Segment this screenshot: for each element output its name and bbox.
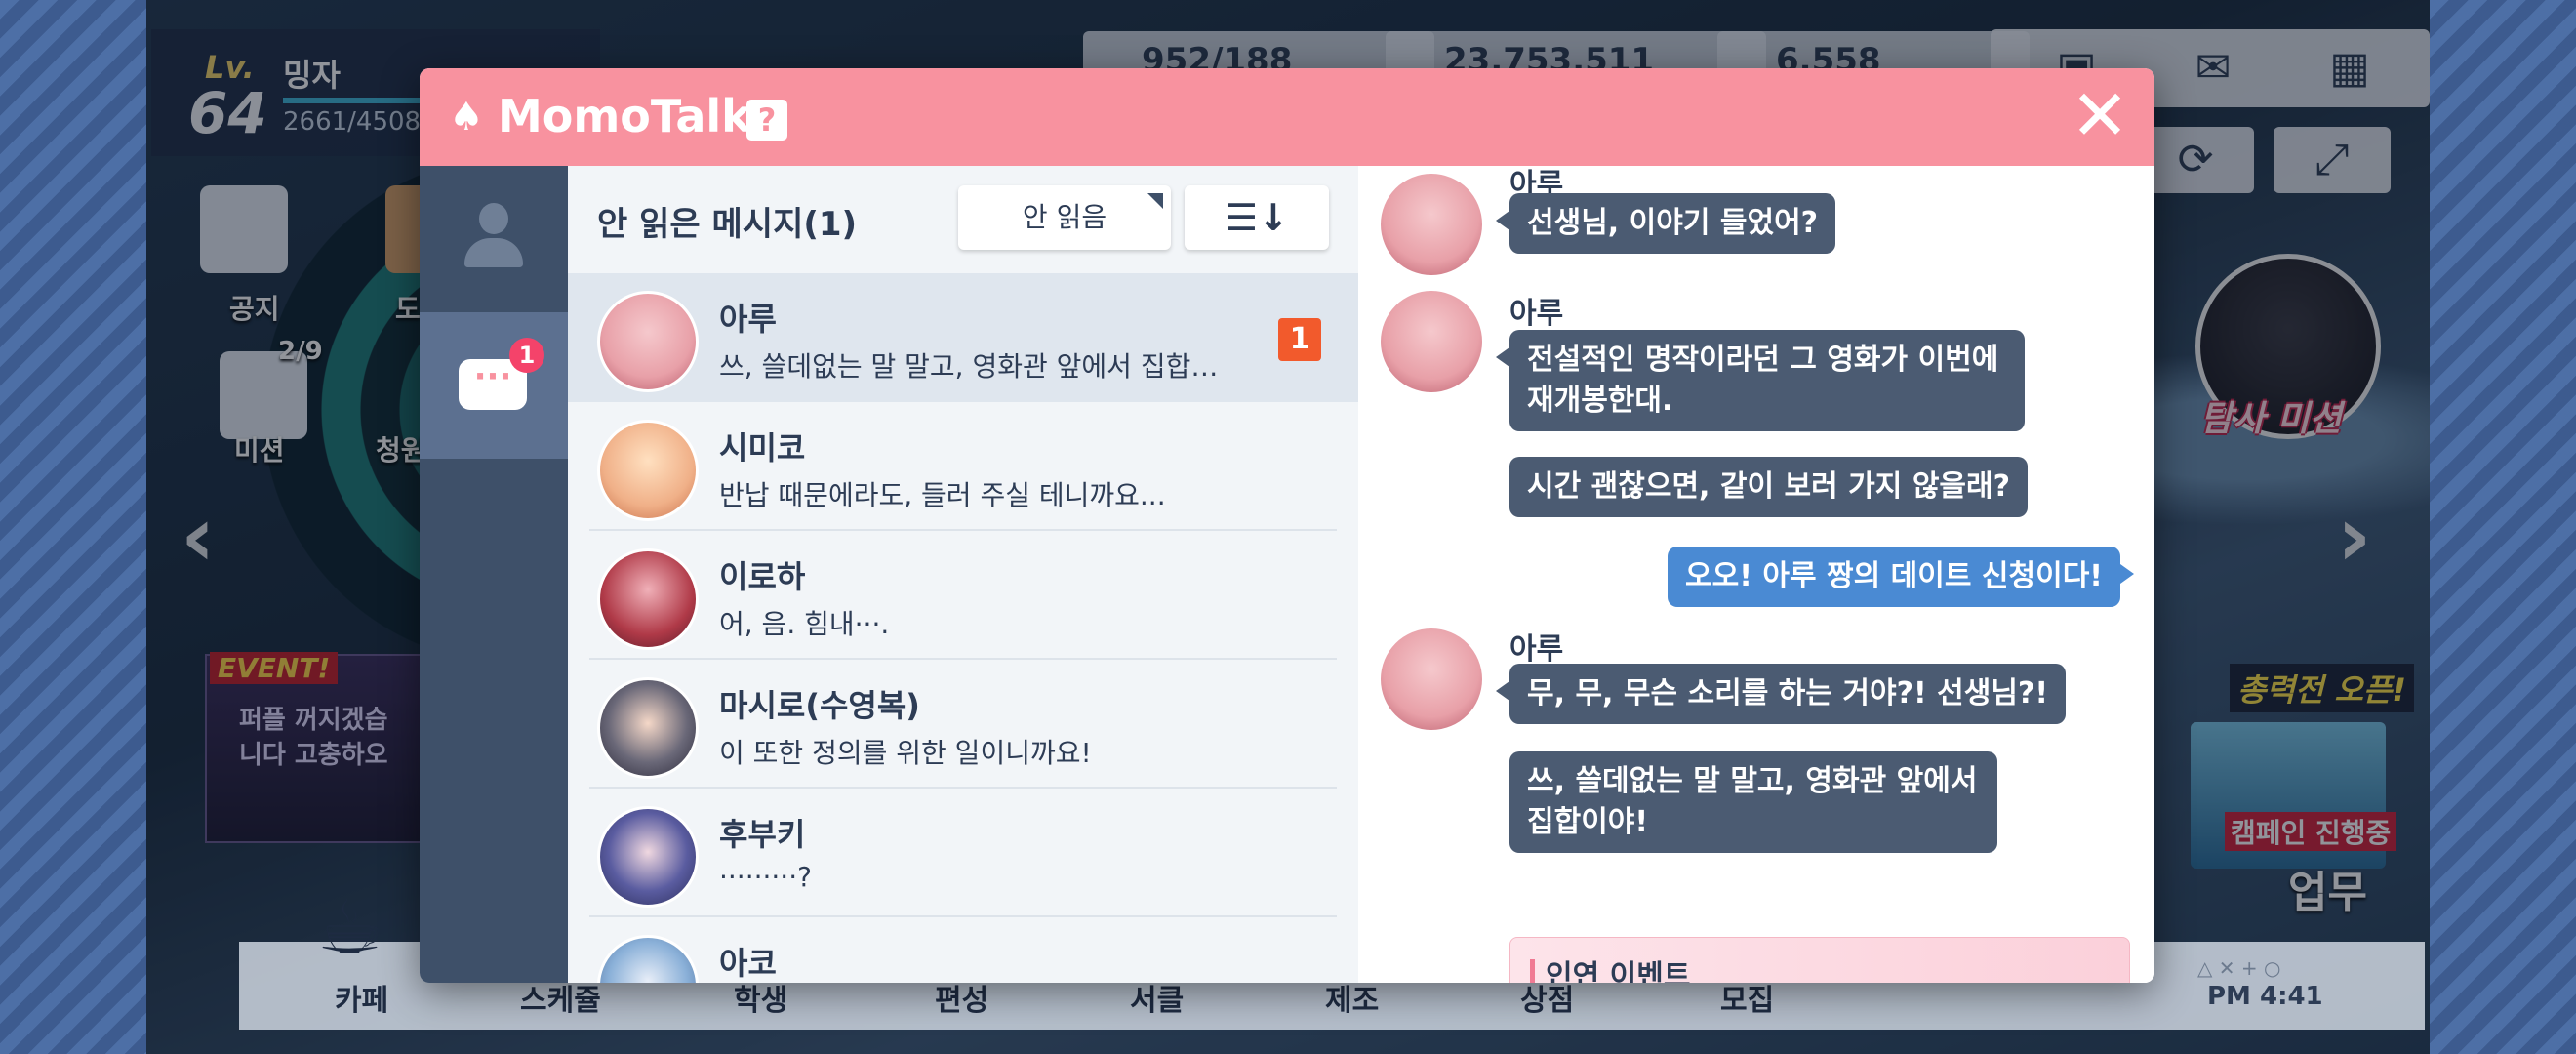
cafe-icon[interactable]: ☕ <box>317 883 405 971</box>
sort-button[interactable]: ☰↓ <box>1185 185 1329 250</box>
chat-preview: 쓰, 쓸데없는 말 말고, 영화관 앞에서 집합이야! <box>719 350 1227 383</box>
nav-cafe[interactable]: 카페 <box>335 976 388 1019</box>
status-icons: △ ✕ + ○ <box>2197 956 2281 980</box>
message-bubble: 선생님, 이야기 들었어? <box>1495 193 1836 254</box>
avatar <box>597 806 699 908</box>
my-message-bubble: 오오! 아루 짱의 데이트 신청이다! <box>1668 547 2134 607</box>
chat-name: 아코 <box>719 945 777 982</box>
chat-name: 이로하 <box>719 558 806 595</box>
message-bubble: 쓰, 쓸데없는 말 말고, 영화관 앞에서 집합이야! <box>1509 751 1997 853</box>
unread-badge: 1 <box>509 338 544 373</box>
conversation-pane[interactable]: 아루 선생님, 이야기 들었어? 아루 전설적인 명작이라던 그 영화가 이번에… <box>1361 166 2154 983</box>
chat-name: 후부키 <box>719 816 806 853</box>
momotalk-logo-icon: ♠ <box>449 95 484 140</box>
unread-messages-title: 안 읽은 메시지(1) <box>597 205 858 244</box>
avatar <box>597 291 699 392</box>
chat-name: 시미코 <box>719 429 806 466</box>
avatar <box>597 548 699 650</box>
right-border-pattern <box>2430 0 2576 1054</box>
chat-name: 마시로(수영복) <box>719 687 920 724</box>
chat-name: 아루 <box>719 301 777 338</box>
sender-name: 아루 <box>1509 632 1564 667</box>
momotalk-dialog: ♠ MomoTalk ? ✕ ··· 1 안 읽은 메시지(1) 안 읽음 ☰↓… <box>420 68 2154 983</box>
tab-students[interactable] <box>420 166 568 312</box>
filter-dropdown[interactable]: 안 읽음 <box>958 185 1171 250</box>
chat-row[interactable]: 마시로(수영복) 이 또한 정의를 위한 일이니까요! <box>568 660 1358 789</box>
message-bubble: 전설적인 명작이라던 그 영화가 이번에 재개봉한대. <box>1496 330 2025 431</box>
avatar <box>1381 628 1482 730</box>
avatar <box>1381 174 1482 275</box>
chat-preview: ·········? <box>719 861 812 893</box>
profile-icon <box>463 203 525 275</box>
chat-list-pane: 안 읽은 메시지(1) 안 읽음 ☰↓ 아루 쓰, 쓸데없는 말 말고, 영화관… <box>568 166 1358 983</box>
chat-preview: 이 또한 정의를 위한 일이니까요! <box>719 737 1092 769</box>
help-button[interactable]: ? <box>746 100 787 141</box>
chat-row[interactable]: 시미코 반납 때문에라도, 들러 주실 테니까요... <box>568 402 1358 531</box>
message-bubble: 무, 무, 무슨 소리를 하는 거야?! 선생님?! <box>1495 664 2067 724</box>
momotalk-header: ♠ MomoTalk ? ✕ <box>420 68 2154 166</box>
chat-preview: 어, 음. 힘내···. <box>719 608 890 640</box>
avatar <box>1381 291 1482 392</box>
momotalk-sidebar: ··· 1 <box>420 166 568 983</box>
avatar <box>597 420 699 521</box>
close-button[interactable]: ✕ <box>2069 80 2131 150</box>
chat-row[interactable]: 아루 쓰, 쓸데없는 말 말고, 영화관 앞에서 집합이야! 1 <box>568 273 1358 402</box>
chat-row[interactable]: 이로하 어, 음. 힘내···. <box>568 531 1358 660</box>
chat-preview: 반납 때문에라도, 들러 주실 테니까요... <box>719 479 1166 511</box>
momotalk-title: MomoTalk <box>498 90 751 142</box>
avatar <box>597 677 699 779</box>
avatar <box>597 935 699 983</box>
sender-name: 아루 <box>1509 297 1564 331</box>
tab-messages[interactable]: ··· 1 <box>420 312 568 459</box>
clock: PM 4:41 <box>2207 982 2323 1011</box>
bond-event-card[interactable]: 인연 이벤트 <box>1509 937 2130 983</box>
bond-event-title: 인연 이벤트 <box>1546 959 1691 983</box>
unread-count-badge: 1 <box>1278 318 1321 361</box>
message-bubble: 시간 괜찮으면, 같이 보러 가지 않을래? <box>1509 457 2029 517</box>
chat-row[interactable]: 후부키 ·········? <box>568 789 1358 917</box>
chat-list-header: 안 읽은 메시지(1) 안 읽음 ☰↓ <box>568 166 1358 273</box>
chat-row[interactable]: 아코 <box>568 917 1358 983</box>
left-border-pattern <box>0 0 146 1054</box>
